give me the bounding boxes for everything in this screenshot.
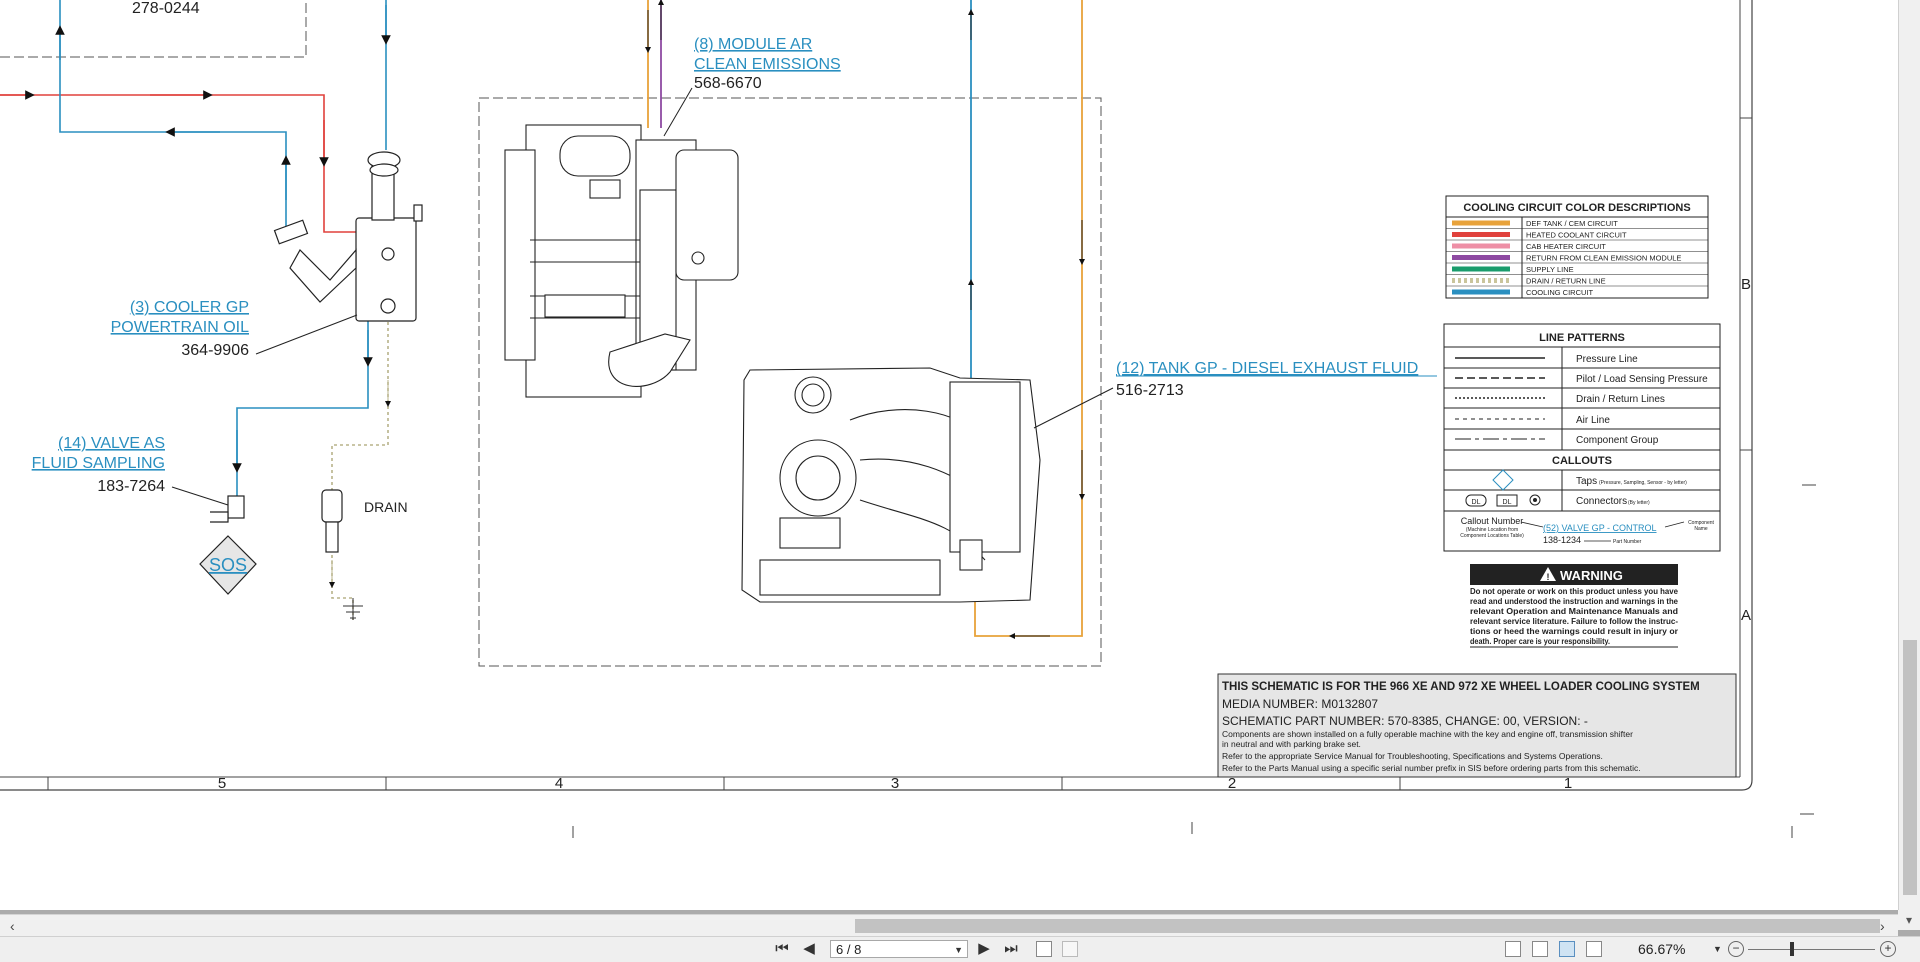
column-number: 3 — [891, 775, 899, 792]
row-marker: A — [1741, 607, 1751, 624]
two-page-view-icon[interactable] — [1559, 941, 1575, 957]
svg-text:SOS: SOS — [209, 555, 247, 575]
single-page-view-icon[interactable] — [1505, 941, 1521, 957]
sos-link[interactable]: SOS — [209, 555, 247, 575]
vertical-scrollbar[interactable] — [1898, 0, 1920, 910]
cooler-part-number: 364-9906 — [181, 342, 249, 359]
column-number: 5 — [218, 775, 226, 792]
module-part-number: 568-6670 — [694, 75, 762, 92]
taps-note: (Pressure, Sampling, Sensor - by letter) — [1599, 480, 1687, 486]
warning-text: death. Proper care is your responsibilit… — [1470, 637, 1610, 646]
column-number: 1 — [1564, 775, 1572, 792]
first-page-icon[interactable]: ⏮ — [773, 940, 791, 958]
callout-number-note: Component Locations Table) — [1460, 533, 1524, 539]
callouts-title: CALLOUTS — [1552, 455, 1612, 467]
continuous-view-icon[interactable] — [1532, 941, 1548, 957]
color-legend-label: DEF TANK / CEM CIRCUIT — [1526, 219, 1618, 228]
row-marker: B — [1741, 276, 1751, 293]
tank-part-number: 516-2713 — [1116, 382, 1184, 399]
callout-number-label: Callout Number — [1461, 516, 1524, 526]
next-page-icon[interactable]: ▶ — [975, 940, 993, 958]
zoom-out-icon[interactable]: − — [1728, 941, 1744, 957]
title-note: Components are shown installed on a full… — [1222, 729, 1633, 739]
schematic-page: 5 4 3 2 1 B A 278-0244 SOS DRAIN (3) COO… — [0, 0, 1816, 838]
previous-page-icon[interactable]: ◀ — [800, 940, 818, 958]
part-number-label: Part Number — [1613, 539, 1642, 545]
color-legend-label: DRAIN / RETURN LINE — [1526, 277, 1606, 286]
cooler-callout[interactable]: (3) COOLER GP — [130, 299, 249, 316]
color-legend-label: CAB HEATER CIRCUIT — [1526, 242, 1606, 251]
zoom-slider[interactable] — [1748, 949, 1875, 950]
page-number-input[interactable]: 6 / 8 ▼ — [830, 940, 968, 958]
color-legend: COOLING CIRCUIT COLOR DESCRIPTIONS DEF T… — [1445, 195, 1709, 299]
pattern-label: Pilot / Load Sensing Pressure — [1576, 374, 1708, 385]
title-note: Refer to the Parts Manual using a specif… — [1222, 763, 1641, 773]
line-patterns-legend: LINE PATTERNS Pressure Line Pilot / Load… — [1443, 323, 1721, 552]
color-legend-label: SUPPLY LINE — [1526, 265, 1574, 274]
page-indicator: 6 / 8 — [836, 942, 862, 957]
module-callout-line2[interactable]: CLEAN EMISSIONS — [694, 56, 841, 73]
warning-text: tions or heed the warnings could result … — [1470, 627, 1678, 636]
valve-callout[interactable]: (14) VALVE AS — [58, 435, 165, 452]
column-number: 4 — [555, 775, 563, 792]
valve-part-number: 183-7264 — [97, 478, 165, 495]
pattern-label: Drain / Return Lines — [1576, 394, 1665, 405]
title-block-title: THIS SCHEMATIC IS FOR THE 966 XE AND 972… — [1222, 681, 1700, 693]
pattern-label: Pressure Line — [1576, 354, 1638, 365]
example-callout: (52) VALVE GP - CONTROL — [1543, 523, 1657, 533]
def-tank-drawing — [741, 367, 1041, 603]
fit-page-icon[interactable] — [1036, 941, 1052, 957]
zoom-level[interactable]: 66.67% — [1638, 940, 1698, 958]
scroll-left-arrow-icon[interactable]: ‹ — [10, 915, 24, 937]
title-note: Refer to the appropriate Service Manual … — [1222, 751, 1603, 761]
connector-tag: DL — [1503, 499, 1512, 506]
component-name-label: Name — [1694, 526, 1708, 532]
warning-text: Do not operate or work on this product u… — [1470, 587, 1679, 596]
module-callout[interactable]: (8) MODULE AR — [694, 36, 812, 53]
part-number: 278-0244 — [132, 0, 200, 17]
color-legend-label: HEATED COOLANT CIRCUIT — [1526, 231, 1627, 240]
color-legend-label: COOLING CIRCUIT — [1526, 288, 1594, 297]
tank-callout[interactable]: (12) TANK GP - DIESEL EXHAUST FLUID — [1116, 360, 1418, 377]
taps-label: Taps — [1576, 476, 1597, 487]
horizontal-scroll-thumb[interactable] — [855, 919, 1880, 933]
drain-label: DRAIN — [364, 499, 408, 515]
zoom-slider-thumb[interactable] — [1790, 942, 1794, 956]
two-page-continuous-icon[interactable] — [1586, 941, 1602, 957]
valve-callout-line2[interactable]: FLUID SAMPLING — [32, 455, 165, 472]
scroll-down-arrow-icon[interactable]: ▾ — [1898, 910, 1920, 930]
pattern-label: Air Line — [1576, 415, 1610, 426]
svg-text:!: ! — [1547, 572, 1550, 582]
warning-text: relevant service literature. Failure to … — [1470, 617, 1678, 626]
title-note: in neutral and with parking brake set. — [1222, 739, 1361, 749]
chevron-down-icon[interactable]: ▼ — [954, 941, 963, 959]
example-part: 138-1234 — [1543, 535, 1581, 545]
schematic-part-number: SCHEMATIC PART NUMBER: 570-8385, CHANGE:… — [1222, 714, 1588, 728]
warning-text: read and understood the instruction and … — [1470, 597, 1679, 606]
column-number: 2 — [1228, 775, 1236, 792]
line-patterns-title: LINE PATTERNS — [1539, 332, 1625, 344]
viewer-toolbar: ⏮ ◀ 6 / 8 ▼ ▶ ⏭ 66.67% ▼ − + — [0, 936, 1920, 962]
scroll-right-arrow-icon[interactable]: › — [1880, 915, 1896, 937]
chevron-down-icon[interactable]: ▼ — [1713, 940, 1722, 958]
last-page-icon[interactable]: ⏭ — [1002, 940, 1020, 958]
document-viewport[interactable]: 5 4 3 2 1 B A 278-0244 SOS DRAIN (3) COO… — [0, 0, 1898, 910]
warning-block: ! WARNING Do not operate or work on this… — [1470, 564, 1679, 648]
connectors-note: (By letter) — [1628, 500, 1650, 506]
connector-tag: DL — [1472, 499, 1481, 506]
connectors-label: Connectors — [1576, 496, 1627, 507]
color-legend-label: RETURN FROM CLEAN EMISSION MODULE — [1526, 254, 1681, 263]
pattern-label: Component Group — [1576, 435, 1659, 446]
zoom-in-icon[interactable]: + — [1880, 941, 1896, 957]
warning-title: WARNING — [1560, 568, 1623, 583]
title-block: THIS SCHEMATIC IS FOR THE 966 XE AND 972… — [1217, 673, 1737, 778]
fit-width-icon[interactable] — [1062, 941, 1078, 957]
color-legend-title: COOLING CIRCUIT COLOR DESCRIPTIONS — [1463, 202, 1690, 214]
horizontal-scrollbar[interactable]: ‹ › — [0, 914, 1898, 937]
clean-emissions-module-drawing — [504, 124, 739, 398]
warning-text: relevant Operation and Maintenance Manua… — [1470, 607, 1678, 616]
cooler-callout-line2[interactable]: POWERTRAIN OIL — [111, 319, 249, 336]
media-number: MEDIA NUMBER: M0132807 — [1222, 697, 1378, 711]
vertical-scroll-thumb[interactable] — [1903, 640, 1917, 895]
